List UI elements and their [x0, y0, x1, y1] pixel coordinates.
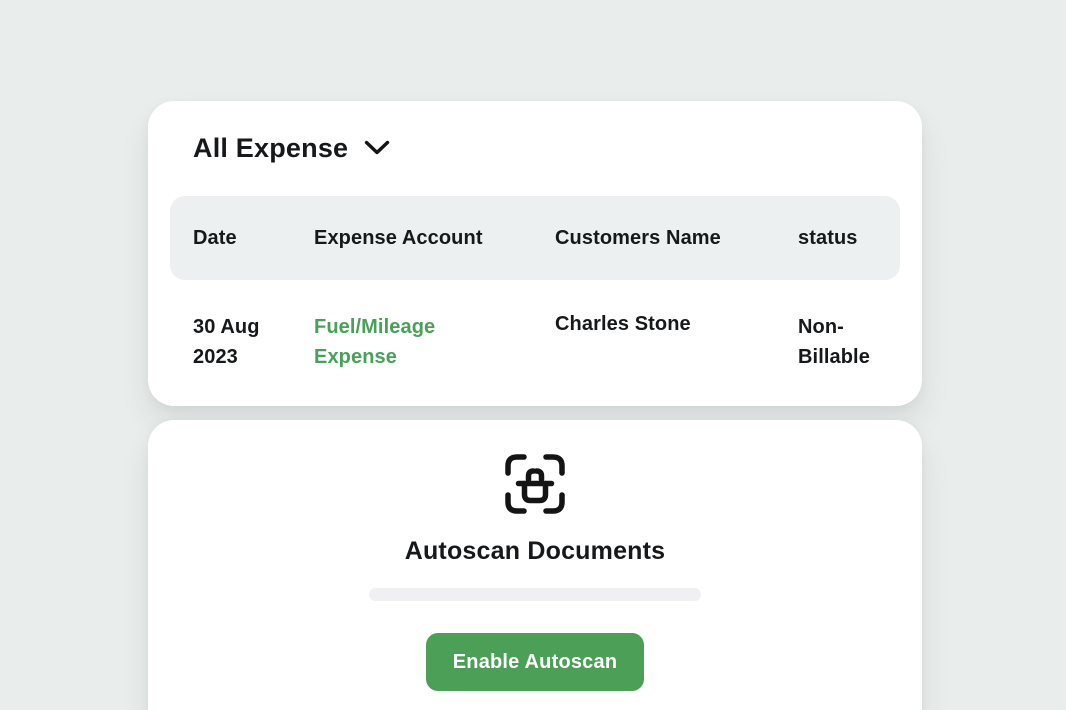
expense-list-card: All Expense Date Expense Account Custome… — [148, 101, 922, 406]
autoscan-title: Autoscan Documents — [405, 535, 666, 567]
autoscan-card: Autoscan Documents Enable Autoscan — [148, 420, 922, 710]
row-date: 30 Aug 2023 — [193, 312, 288, 372]
chevron-down-icon — [364, 140, 390, 161]
column-header-expense-account: Expense Account — [314, 227, 555, 250]
enable-autoscan-button[interactable]: Enable Autoscan — [426, 633, 644, 691]
table-row[interactable]: 30 Aug 2023 Fuel/Mileage Expense Charles… — [170, 312, 900, 372]
skeleton-progress-bar — [369, 588, 701, 601]
column-header-date: Date — [193, 227, 314, 250]
column-header-customers-name: Customers Name — [555, 227, 798, 250]
autoscan-icon — [503, 452, 567, 521]
page: All Expense Date Expense Account Custome… — [0, 0, 1066, 710]
table-header: Date Expense Account Customers Name stat… — [170, 196, 900, 280]
expense-filter-label: All Expense — [193, 133, 348, 164]
expense-filter-dropdown[interactable]: All Expense — [193, 131, 900, 165]
row-expense-account-link[interactable]: Fuel/Mileage Expense — [314, 312, 484, 372]
row-customer-name: Charles Stone — [555, 309, 798, 372]
row-status: Non-Billable — [798, 312, 898, 372]
column-header-status: status — [798, 227, 900, 250]
